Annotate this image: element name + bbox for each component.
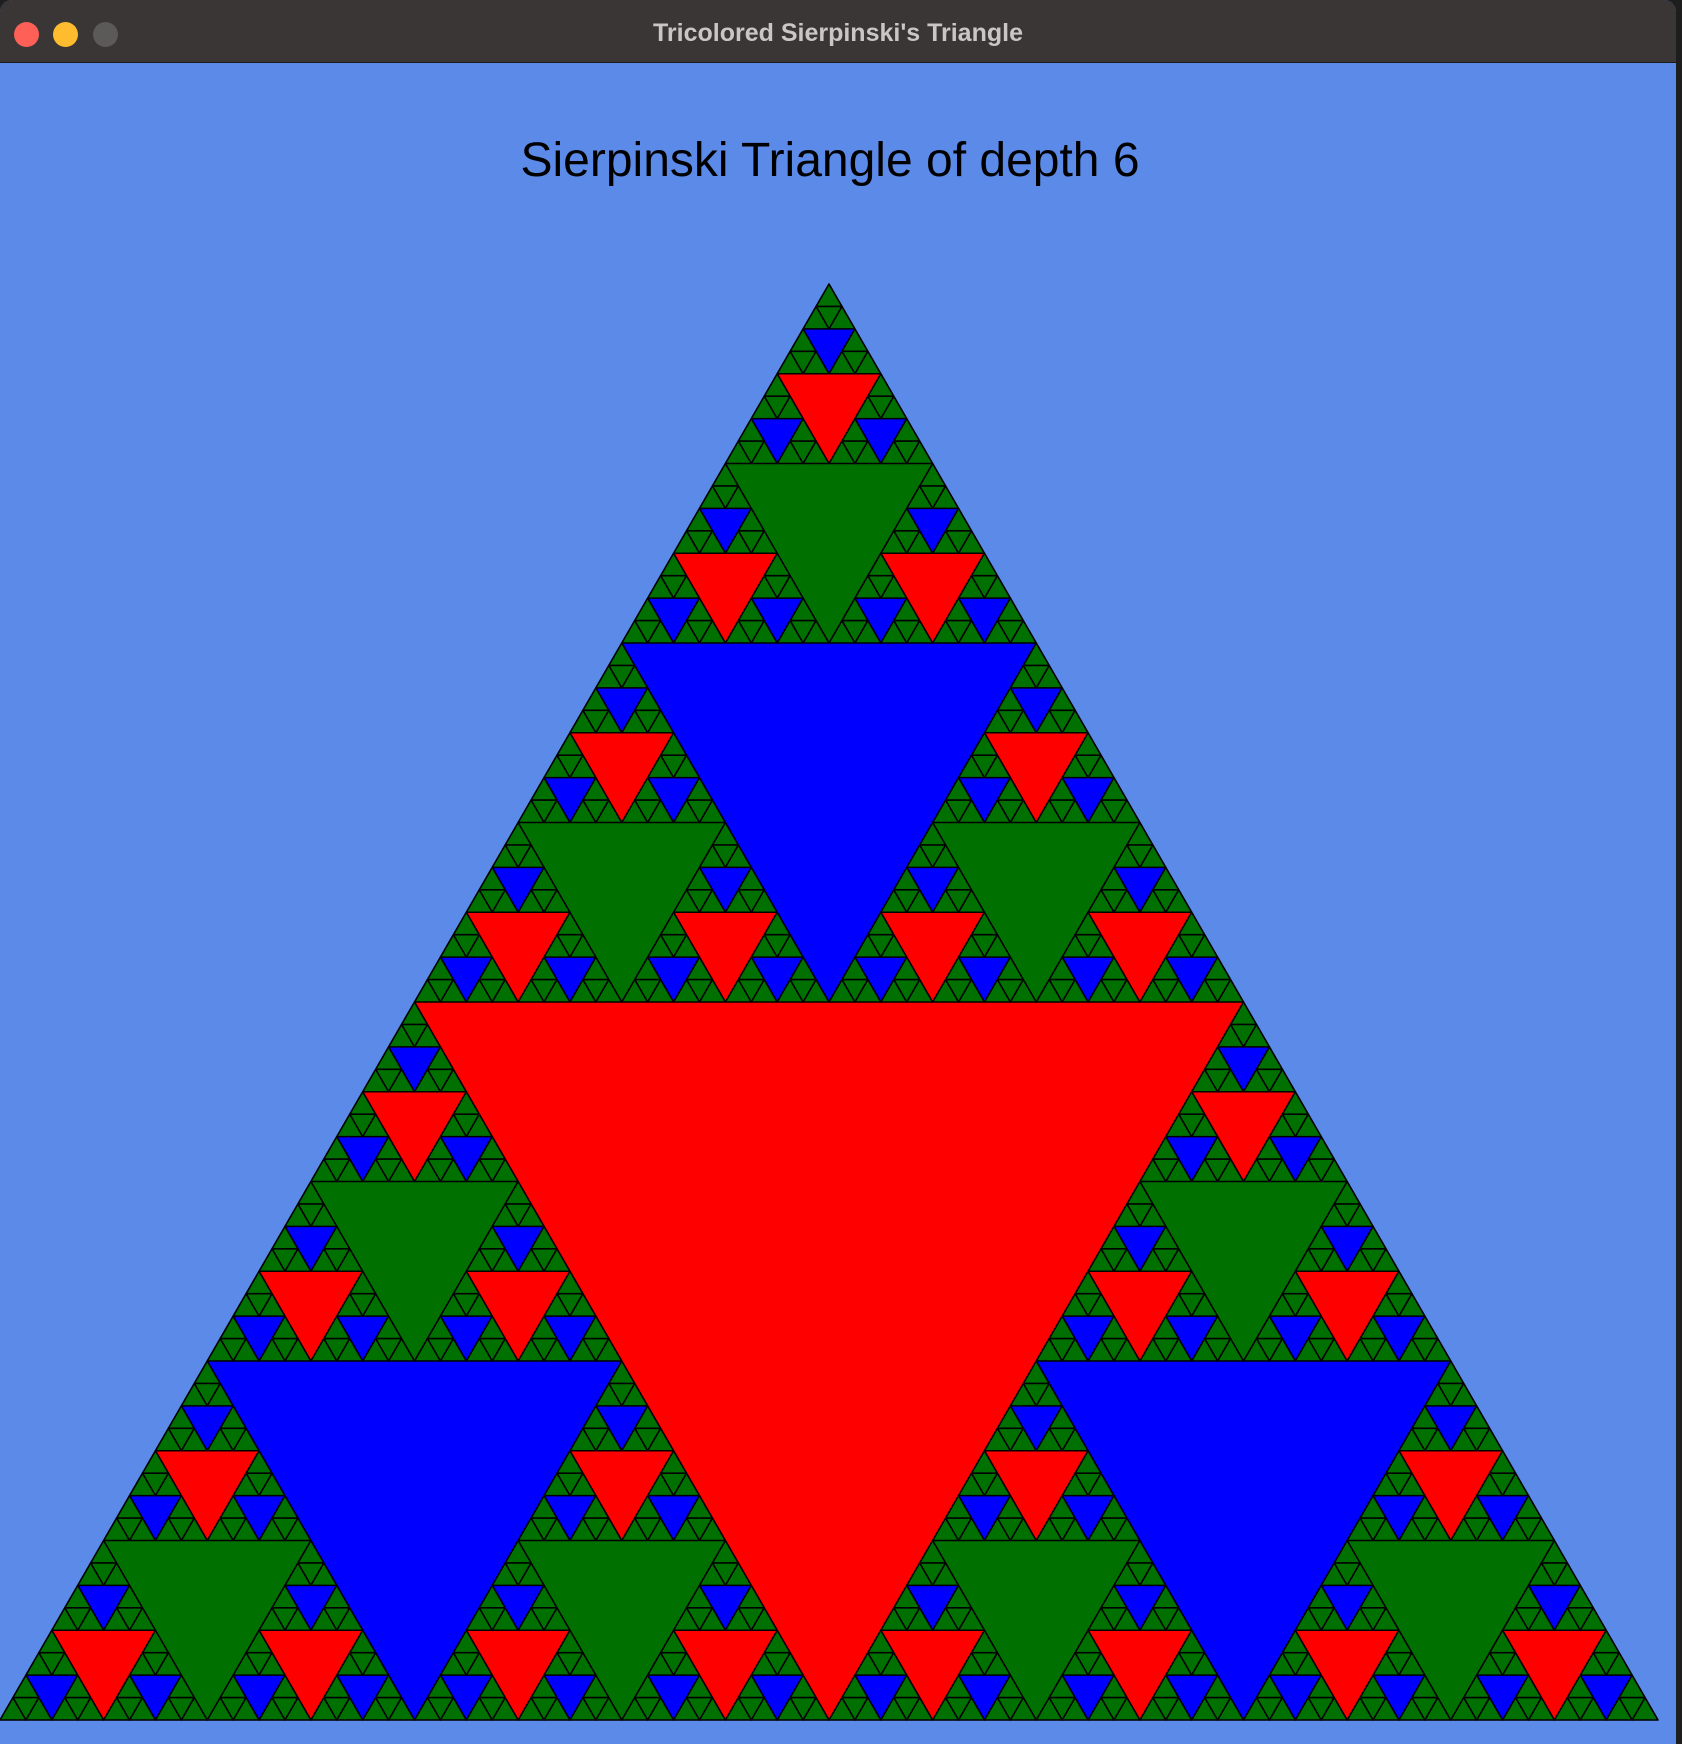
- sierpinski-triangle: [0, 283, 1659, 1721]
- drawing-canvas: Sierpinski Triangle of depth 6: [0, 63, 1676, 1744]
- title-bar[interactable]: Tricolored Sierpinski's Triangle: [0, 0, 1676, 63]
- window-title: Tricolored Sierpinski's Triangle: [653, 19, 1023, 47]
- app-window: Tricolored Sierpinski's Triangle Sierpin…: [0, 0, 1676, 1744]
